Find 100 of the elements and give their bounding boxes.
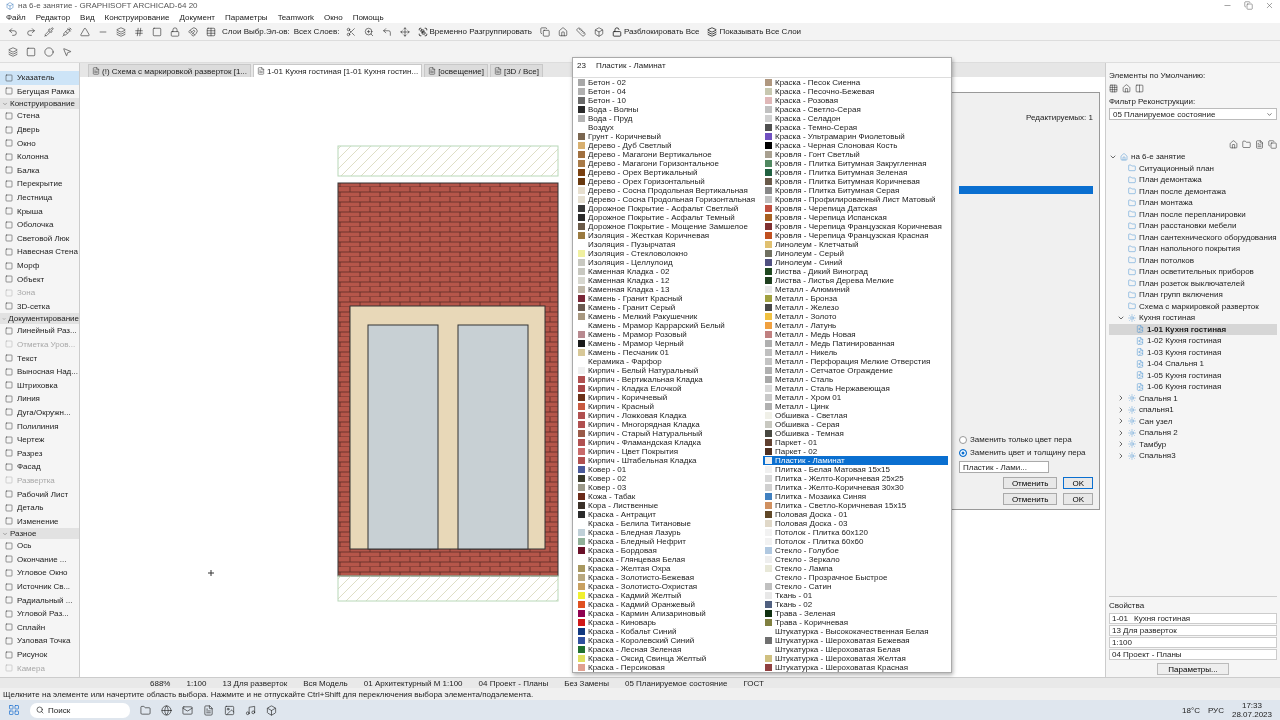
material-item[interactable]: Штукатурка - Шероховатая Желтая [763,654,948,663]
tool-item[interactable]: Окончание ... [0,552,79,567]
tool-item[interactable]: Угловой Раз... [0,606,79,621]
view-setting[interactable]: 01 Архитектурный М 1:100 [363,678,463,688]
material-item[interactable]: Кирпич - Старый Натуральный [576,429,761,438]
material-item[interactable]: Камень - Мрамор Черный [576,339,761,348]
material-item[interactable]: Пластик - Ламинат [763,456,948,465]
material-item[interactable]: Плитка - Желто-Коричневая 30х30 [763,483,948,492]
material-item[interactable]: Краска - Антрацит [576,510,761,519]
material-item[interactable]: Кирпич - Белый Натуральный [576,366,761,375]
material-field[interactable]: Пластик - Лами... [959,461,1049,473]
tool-item[interactable]: Балка [0,163,79,178]
square-button[interactable] [24,45,38,58]
section-header[interactable]: Конструирование [0,98,79,110]
material-item[interactable]: Металл - Сетчатое Ограждение [763,366,948,375]
material-item[interactable]: Плитка - Мозаика Синяя [763,492,948,501]
property-field[interactable]: 1:100 [1109,637,1277,648]
material-item[interactable]: Ткань - 01 [763,591,948,600]
material-item[interactable]: Краска - Песочно-Бежевая [763,87,948,96]
tree-item[interactable]: Спальня 1 [1109,392,1277,404]
tree-item[interactable]: 1-06 Кухня гостиная [1109,381,1277,393]
material-item[interactable]: Кирпич - Ложковая Кладка [576,411,761,420]
tree-item[interactable]: План потолков [1109,254,1277,266]
view-setting[interactable]: Без Замены [564,678,609,688]
layers-button[interactable] [6,45,20,58]
material-item[interactable]: Керамика - Фарфор [576,357,761,366]
radio-button[interactable] [959,448,967,457]
material-item[interactable]: Обшивка - Серая [763,420,948,429]
material-item[interactable]: Краска - Кадмий Оранжевый [576,600,761,609]
layers-button[interactable] [114,25,128,38]
square-button[interactable] [150,25,164,38]
material-item[interactable]: Изоляция - Стекловолокно [576,249,761,258]
material-item[interactable]: Краска - Бледный Нефрит [576,537,761,546]
material-item[interactable]: Краска - Темно-Серая [763,123,948,132]
material-item[interactable]: Камень - Мелкий Ракушечник [576,312,761,321]
material-item[interactable]: Камень - Гранит Красный [576,294,761,303]
material-item[interactable]: Кровля - Гонт Светлый [763,150,948,159]
material-item[interactable]: Грунт - Коричневый [576,132,761,141]
material-item[interactable]: Камень - Песчаник 01 [576,348,761,357]
tool-item[interactable]: Узловая Точка [0,634,79,648]
material-item[interactable]: Краска - Лесная Зеленая [576,645,761,654]
tool-item[interactable]: Крыша [0,204,79,218]
material-item[interactable]: Краска - Песок Сиенна [763,78,948,87]
tree-item[interactable]: План напольного покрытия [1109,243,1277,255]
tool-item[interactable]: Бегущая Рамка [0,84,79,99]
material-item[interactable]: Трава - Зеленая [763,609,948,618]
syringe-button[interactable] [60,25,74,38]
view-setting[interactable]: Вся Модель [303,678,348,688]
material-item[interactable]: Краска - Селадон [763,114,948,123]
tool-item[interactable]: Выносная Над... [0,364,79,379]
menu-item[interactable]: Документ [179,12,215,22]
material-item[interactable]: Паркет - 02 [763,447,948,456]
material-item[interactable]: Трава - Коричневая [763,618,948,627]
cancel-button[interactable]: Отменить [1002,477,1058,489]
menu-item[interactable]: Окно [324,12,343,22]
material-item[interactable]: Половая Доска - 01 [763,510,948,519]
material-item[interactable]: Кирпич - Вертикальная Кладка [576,375,761,384]
menu-item[interactable]: Teamwork [277,12,315,22]
tree-item[interactable]: 1-04 Спальня 1 [1109,358,1277,370]
material-item[interactable]: Потолок - Плитка 60х60 [763,537,948,546]
material-item[interactable]: Линолеум - Клетчатый [763,240,948,249]
material-item[interactable]: Краска - Розовая [763,96,948,105]
tool-item[interactable]: Фасад [0,460,79,474]
parameters-button[interactable]: Параметры... [1157,663,1229,675]
material-item[interactable]: Металл - Медь Новая [763,330,948,339]
pointer-button[interactable] [60,45,74,58]
view-tab[interactable]: 1-01 Кухня гостиная [1-01 Кухня гостин... [253,64,423,77]
tree-item[interactable]: на 6-е занятие [1109,151,1277,163]
material-item[interactable]: Дорожное Покрытие - Асфальт Темный [576,213,761,222]
material-item[interactable]: Металл - Сталь Нержавеющая [763,384,948,393]
tree-item[interactable]: 1-05 Кухня гостиная [1109,369,1277,381]
material-item[interactable]: Дерево - Магагони Горизонтальное [576,159,761,168]
redo-button[interactable] [24,25,38,38]
view-setting[interactable]: 688% [150,678,171,688]
material-item[interactable]: Линолеум - Синий [763,258,948,267]
material-item[interactable]: Краска - Желтая Охра [576,564,761,573]
unlock-button[interactable]: Разблокировать Все [609,25,702,38]
material-item[interactable]: Кирпич - Многорядная Кладка [576,420,761,429]
view-setting[interactable]: 1:100 [186,678,207,688]
material-item[interactable]: Кровля - Плитка Битумная Зеленая [763,168,948,177]
material-item[interactable]: Дерево - Сосна Продольная Горизонтальная [576,195,761,204]
material-item[interactable]: Дерево - Магагони Вертикальное [576,150,761,159]
view-setting[interactable]: 05 Планируемое состояние [625,678,728,688]
material-item[interactable]: Ковер - 02 [576,474,761,483]
tool-item[interactable]: Штриховка [0,378,79,393]
language-indicator[interactable]: РУС [1207,705,1224,715]
radio-button[interactable] [959,435,967,444]
material-item[interactable]: Бетон - 10 [576,96,761,105]
property-field[interactable]: 13 Для разверток [1109,625,1277,636]
tree-item[interactable]: План монтажа [1109,197,1277,209]
tool-item[interactable]: 3D-сетка [0,299,79,314]
section-header[interactable]: Разное [0,528,79,539]
tree-item[interactable]: План групп включения [1109,289,1277,301]
menu-item[interactable]: Редактор [35,12,71,22]
material-item[interactable]: Кровля - Черепица Французская Красная [763,231,948,240]
view-tab[interactable]: [3D / Все] [489,64,544,77]
tree-item[interactable]: План демонтажа [1109,174,1277,186]
tool-item[interactable]: Перекрытие [0,177,79,191]
material-item[interactable]: Листва - Дикий Виноград [763,267,948,276]
material-item[interactable]: Краска - Королевский Синий [576,636,761,645]
